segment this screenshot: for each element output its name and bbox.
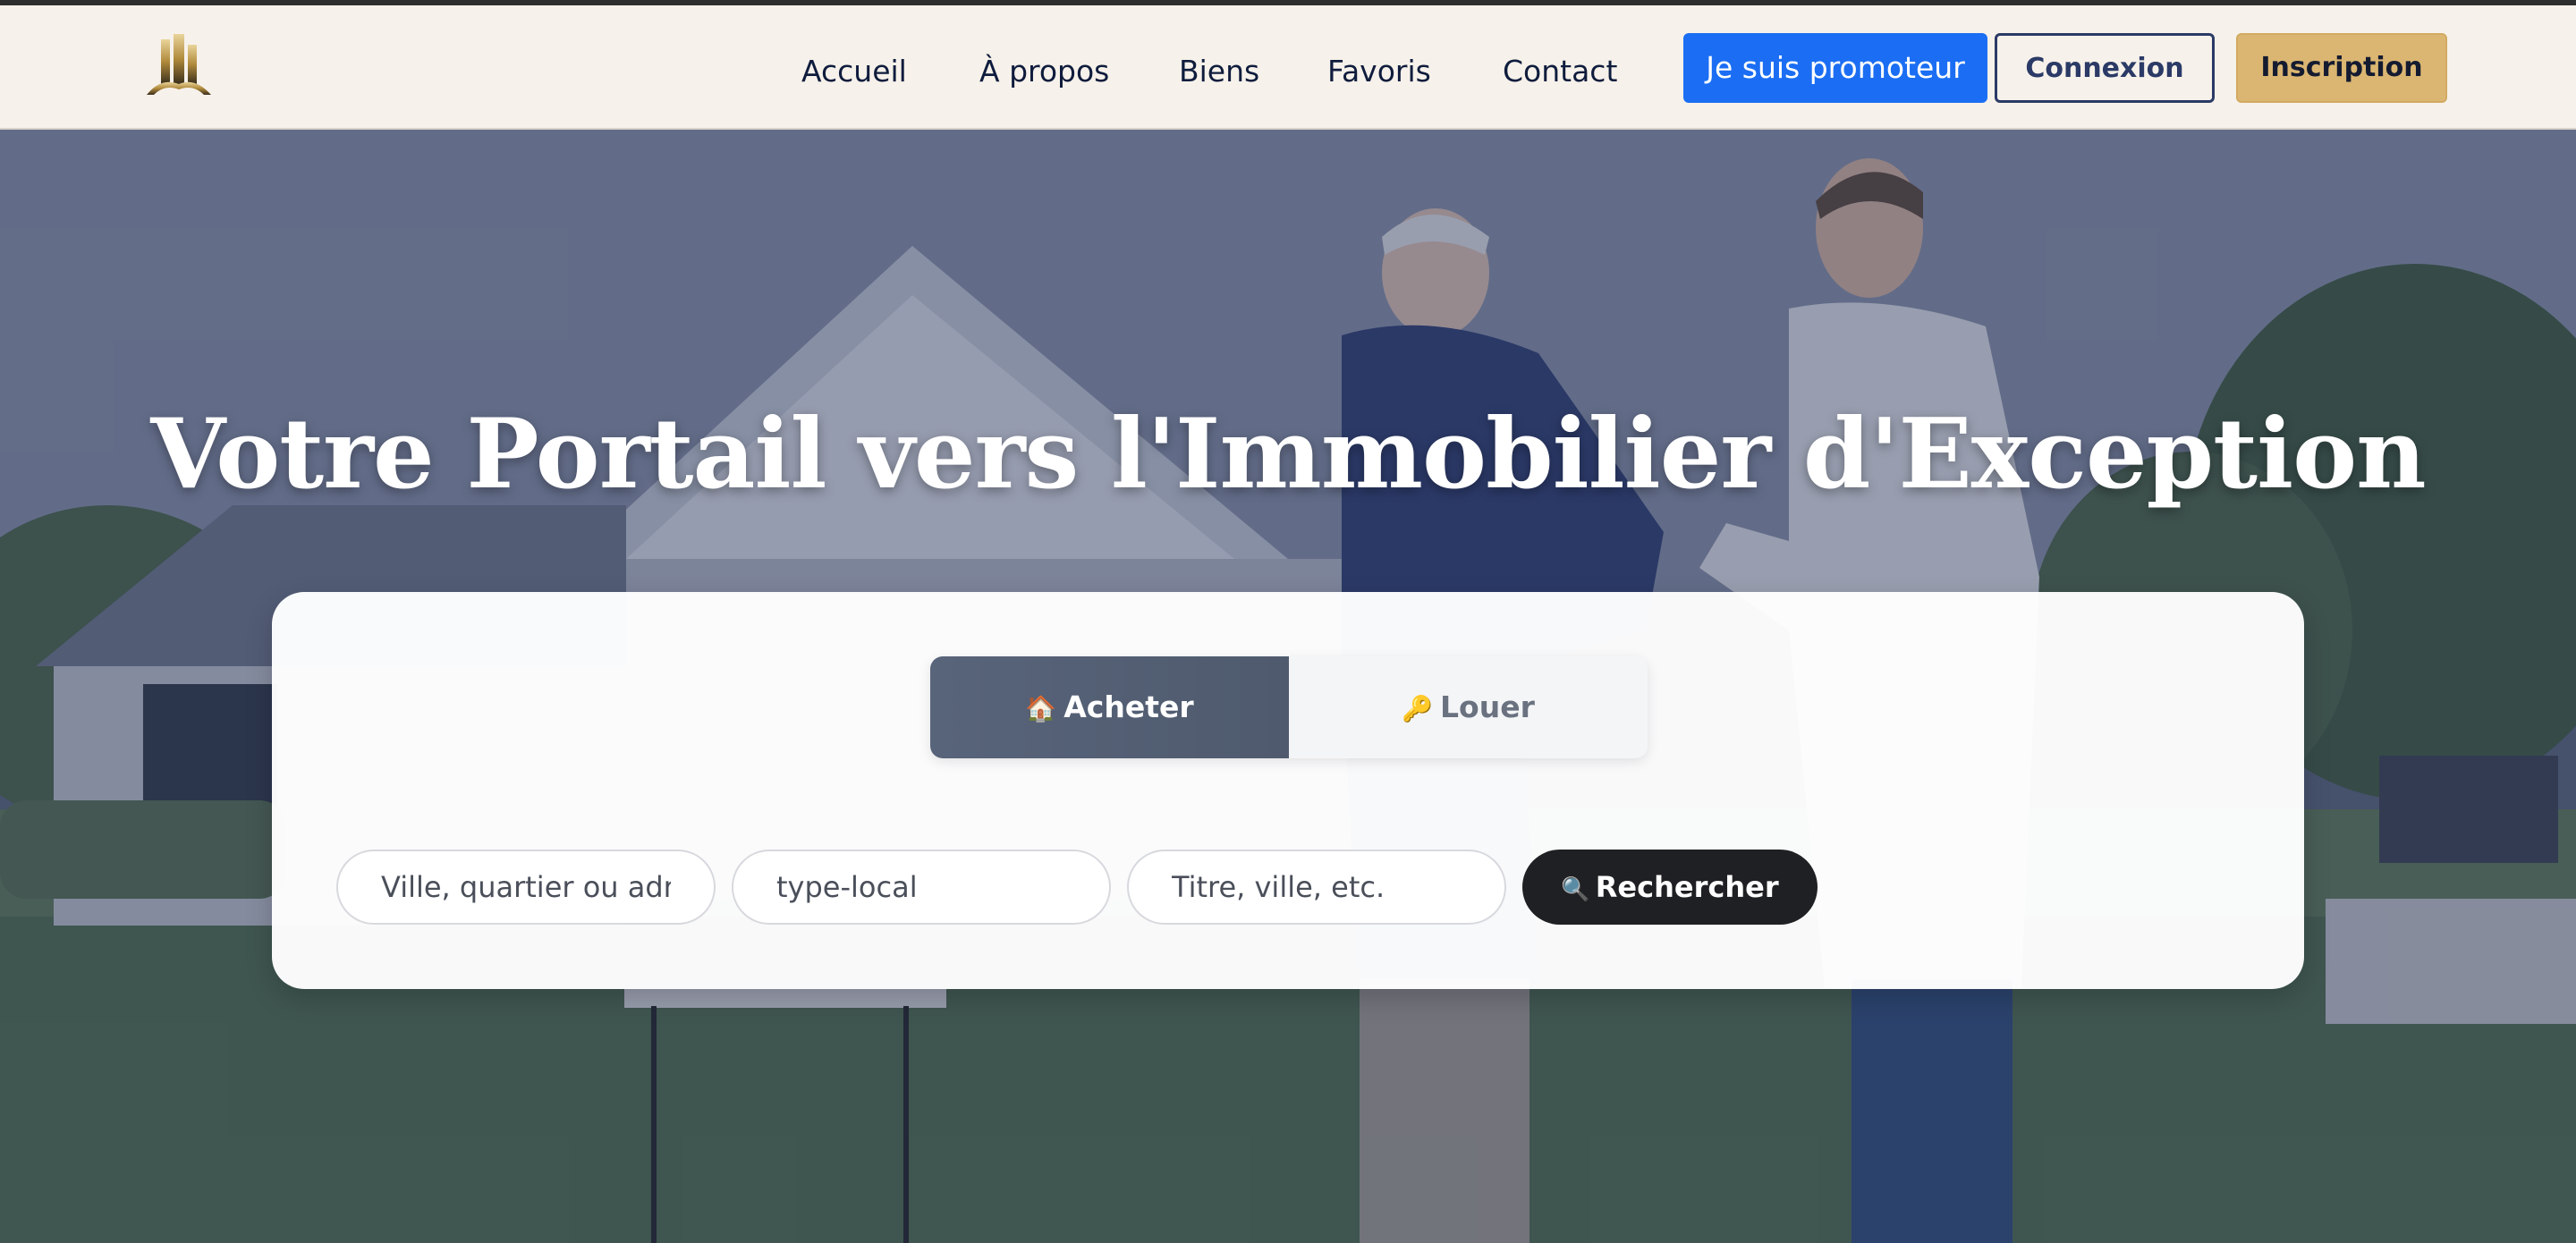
tab-acheter[interactable]: 🏠 Acheter [930,656,1289,758]
signup-button[interactable]: Inscription [2236,33,2447,103]
hero-section: Votre Portail vers l'Immobilier d'Except… [0,130,2576,1243]
search-button[interactable]: 🔍 Rechercher [1522,850,1818,925]
nav-link-favoris[interactable]: Favoris [1327,48,1431,95]
nav-link-a-propos[interactable]: À propos [979,48,1109,95]
nav-link-biens[interactable]: Biens [1179,48,1259,95]
location-input[interactable] [336,850,716,925]
search-button-label: Rechercher [1595,870,1779,904]
magnifier-icon: 🔍 [1561,876,1590,903]
navbar: Accueil À propos Biens Favoris Contact J… [0,5,2576,130]
tab-louer-label: Louer [1440,689,1535,724]
transaction-toggle: 🏠 Acheter 🔑 Louer [930,656,1648,758]
house-icon: 🏠 [1025,694,1057,723]
tab-acheter-label: Acheter [1063,689,1194,724]
brand-logo[interactable] [141,32,216,100]
title-search-input[interactable] [1127,850,1506,925]
search-card: 🏠Acheter 🔑Louer 🔍Rechercher [272,592,2304,989]
login-button[interactable]: Connexion [1995,33,2215,103]
tab-louer[interactable]: 🔑 Louer [1289,656,1648,758]
nav-link-accueil[interactable]: Accueil [801,48,907,95]
promoteur-button[interactable]: Je suis promoteur [1683,33,1987,103]
nav-link-contact[interactable]: Contact [1503,48,1617,95]
hero-title: Votre Portail vers l'Immobilier d'Except… [150,398,2426,511]
property-type-input[interactable] [732,850,1111,925]
key-icon: 🔑 [1402,694,1433,723]
